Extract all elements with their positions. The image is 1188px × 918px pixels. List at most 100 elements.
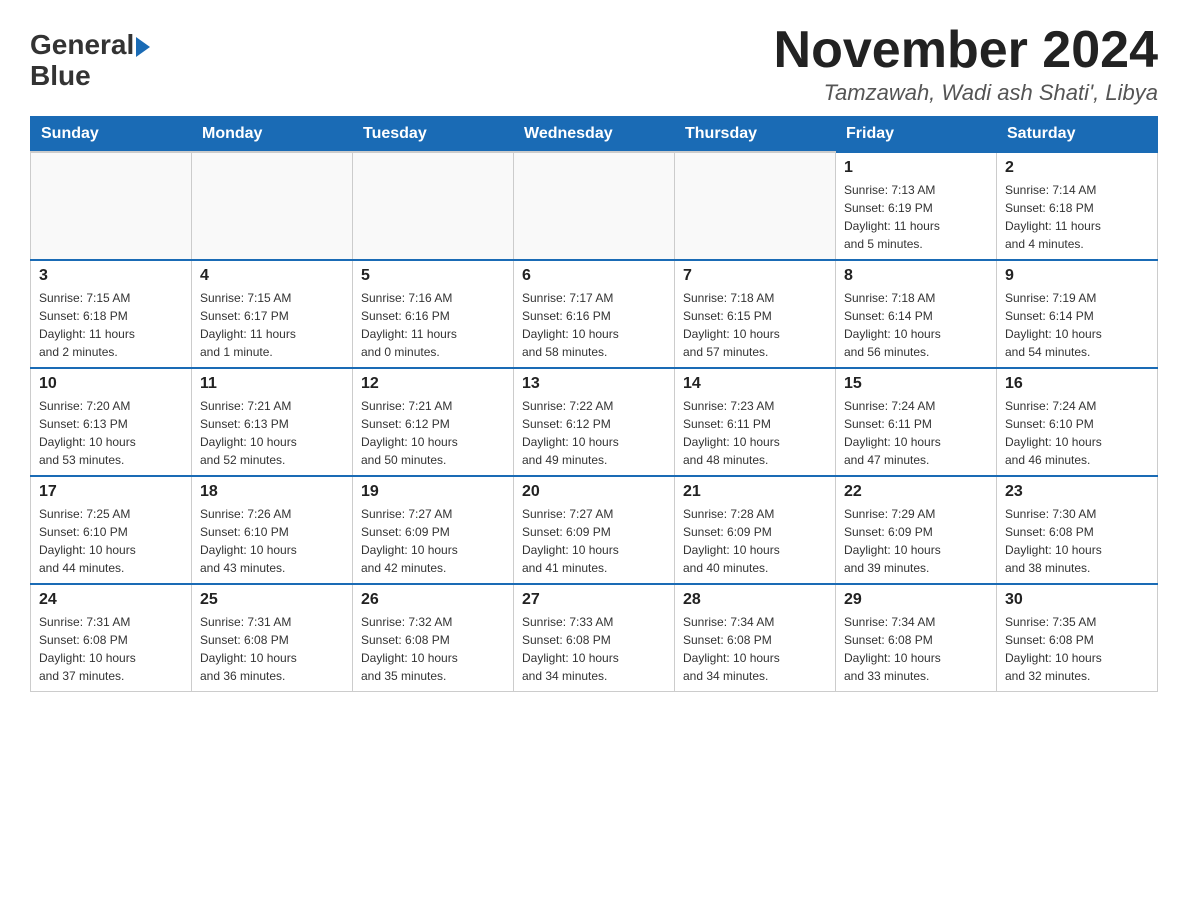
- weekday-header-saturday: Saturday: [997, 117, 1158, 153]
- calendar-cell: 11 Sunrise: 7:21 AM Sunset: 6:13 PM Dayli…: [192, 368, 353, 476]
- day-info: Sunrise: 7:27 AM Sunset: 6:09 PM Dayligh…: [361, 505, 505, 577]
- day-info: Sunrise: 7:32 AM Sunset: 6:08 PM Dayligh…: [361, 613, 505, 685]
- calendar-cell: [31, 152, 192, 260]
- day-info: Sunrise: 7:24 AM Sunset: 6:10 PM Dayligh…: [1005, 397, 1149, 469]
- day-info: Sunrise: 7:19 AM Sunset: 6:14 PM Dayligh…: [1005, 289, 1149, 361]
- calendar-cell: 18Sunrise: 7:26 AM Sunset: 6:10 PM Dayli…: [192, 476, 353, 584]
- day-info: Sunrise: 7:20 AM Sunset: 6:13 PM Dayligh…: [39, 397, 183, 469]
- day-number: 28: [683, 591, 827, 609]
- day-number: 14: [683, 375, 827, 393]
- day-number: 21: [683, 483, 827, 501]
- day-info: Sunrise: 7:24 AM Sunset: 6:11 PM Dayligh…: [844, 397, 988, 469]
- day-number: 17: [39, 483, 183, 501]
- calendar-cell: 16Sunrise: 7:24 AM Sunset: 6:10 PM Dayli…: [997, 368, 1158, 476]
- day-info: Sunrise: 7:18 AM Sunset: 6:14 PM Dayligh…: [844, 289, 988, 361]
- location-subtitle: Tamzawah, Wadi ash Shati', Libya: [774, 80, 1158, 106]
- day-info: Sunrise: 7:21 AM Sunset: 6:13 PM Dayligh…: [200, 397, 344, 469]
- day-number: 9: [1005, 267, 1149, 285]
- day-number: 7: [683, 267, 827, 285]
- calendar-cell: 13 Sunrise: 7:22 AM Sunset: 6:12 PM Dayli…: [514, 368, 675, 476]
- day-info: Sunrise: 7:15 AM Sunset: 6:17 PM Dayligh…: [200, 289, 344, 361]
- weekday-header-monday: Monday: [192, 117, 353, 153]
- week-row-4: 17 Sunrise: 7:25 AM Sunset: 6:10 PM Dayli…: [31, 476, 1158, 584]
- day-number: 23: [1005, 483, 1149, 501]
- weekday-header-sunday: Sunday: [31, 117, 192, 153]
- calendar-cell: 5 Sunrise: 7:16 AM Sunset: 6:16 PM Daylig…: [353, 260, 514, 368]
- day-number: 15: [844, 375, 988, 393]
- day-number: 1: [844, 159, 988, 177]
- calendar-cell: 17 Sunrise: 7:25 AM Sunset: 6:10 PM Dayli…: [31, 476, 192, 584]
- day-number: 8: [844, 267, 988, 285]
- day-number: 4: [200, 267, 344, 285]
- day-info: Sunrise: 7:17 AM Sunset: 6:16 PM Dayligh…: [522, 289, 666, 361]
- day-number: 29: [844, 591, 988, 609]
- calendar-cell: 6 Sunrise: 7:17 AM Sunset: 6:16 PM Daylig…: [514, 260, 675, 368]
- calendar-cell: 29 Sunrise: 7:34 AM Sunset: 6:08 PM Dayli…: [836, 584, 997, 692]
- day-number: 6: [522, 267, 666, 285]
- day-number: 2: [1005, 159, 1149, 177]
- day-info: Sunrise: 7:28 AM Sunset: 6:09 PM Dayligh…: [683, 505, 827, 577]
- day-info: Sunrise: 7:29 AM Sunset: 6:09 PM Dayligh…: [844, 505, 988, 577]
- week-row-2: 3Sunrise: 7:15 AM Sunset: 6:18 PM Daylig…: [31, 260, 1158, 368]
- day-number: 10: [39, 375, 183, 393]
- calendar-cell: 30 Sunrise: 7:35 AM Sunset: 6:08 PM Dayli…: [997, 584, 1158, 692]
- logo-general: General: [30, 30, 134, 61]
- day-info: Sunrise: 7:21 AM Sunset: 6:12 PM Dayligh…: [361, 397, 505, 469]
- day-number: 20: [522, 483, 666, 501]
- week-row-5: 24Sunrise: 7:31 AM Sunset: 6:08 PM Dayli…: [31, 584, 1158, 692]
- calendar-cell: 27 Sunrise: 7:33 AM Sunset: 6:08 PM Dayli…: [514, 584, 675, 692]
- weekday-header-friday: Friday: [836, 117, 997, 153]
- day-number: 30: [1005, 591, 1149, 609]
- day-number: 19: [361, 483, 505, 501]
- day-info: Sunrise: 7:27 AM Sunset: 6:09 PM Dayligh…: [522, 505, 666, 577]
- weekday-header-row: SundayMondayTuesdayWednesdayThursdayFrid…: [31, 117, 1158, 153]
- day-info: Sunrise: 7:25 AM Sunset: 6:10 PM Dayligh…: [39, 505, 183, 577]
- day-info: Sunrise: 7:18 AM Sunset: 6:15 PM Dayligh…: [683, 289, 827, 361]
- calendar-cell: 4 Sunrise: 7:15 AM Sunset: 6:17 PM Daylig…: [192, 260, 353, 368]
- calendar-cell: [353, 152, 514, 260]
- calendar-cell: [675, 152, 836, 260]
- logo-arrow-icon: [136, 37, 150, 57]
- calendar-cell: 24Sunrise: 7:31 AM Sunset: 6:08 PM Dayli…: [31, 584, 192, 692]
- day-info: Sunrise: 7:33 AM Sunset: 6:08 PM Dayligh…: [522, 613, 666, 685]
- title-block: November 2024 Tamzawah, Wadi ash Shati',…: [774, 20, 1158, 106]
- day-number: 25: [200, 591, 344, 609]
- weekday-header-wednesday: Wednesday: [514, 117, 675, 153]
- calendar-cell: 3Sunrise: 7:15 AM Sunset: 6:18 PM Daylig…: [31, 260, 192, 368]
- calendar-cell: 20 Sunrise: 7:27 AM Sunset: 6:09 PM Dayli…: [514, 476, 675, 584]
- day-number: 22: [844, 483, 988, 501]
- calendar-cell: 26 Sunrise: 7:32 AM Sunset: 6:08 PM Dayli…: [353, 584, 514, 692]
- day-info: Sunrise: 7:35 AM Sunset: 6:08 PM Dayligh…: [1005, 613, 1149, 685]
- calendar-cell: [514, 152, 675, 260]
- day-info: Sunrise: 7:30 AM Sunset: 6:08 PM Dayligh…: [1005, 505, 1149, 577]
- day-number: 26: [361, 591, 505, 609]
- day-number: 12: [361, 375, 505, 393]
- calendar-cell: 1 Sunrise: 7:13 AM Sunset: 6:19 PM Daylig…: [836, 152, 997, 260]
- page-header: General Blue November 2024 Tamzawah, Wad…: [30, 20, 1158, 106]
- calendar-cell: 25 Sunrise: 7:31 AM Sunset: 6:08 PM Dayli…: [192, 584, 353, 692]
- day-info: Sunrise: 7:31 AM Sunset: 6:08 PM Dayligh…: [39, 613, 183, 685]
- calendar-cell: 21 Sunrise: 7:28 AM Sunset: 6:09 PM Dayli…: [675, 476, 836, 584]
- day-info: Sunrise: 7:34 AM Sunset: 6:08 PM Dayligh…: [683, 613, 827, 685]
- calendar-cell: 8 Sunrise: 7:18 AM Sunset: 6:14 PM Daylig…: [836, 260, 997, 368]
- day-info: Sunrise: 7:31 AM Sunset: 6:08 PM Dayligh…: [200, 613, 344, 685]
- month-title: November 2024: [774, 20, 1158, 80]
- day-number: 27: [522, 591, 666, 609]
- day-number: 11: [200, 375, 344, 393]
- weekday-header-tuesday: Tuesday: [353, 117, 514, 153]
- logo-blue: Blue: [30, 60, 91, 91]
- calendar-cell: 9 Sunrise: 7:19 AM Sunset: 6:14 PM Daylig…: [997, 260, 1158, 368]
- day-number: 13: [522, 375, 666, 393]
- logo: General Blue: [30, 30, 150, 92]
- calendar-cell: 28 Sunrise: 7:34 AM Sunset: 6:08 PM Dayli…: [675, 584, 836, 692]
- day-info: Sunrise: 7:13 AM Sunset: 6:19 PM Dayligh…: [844, 181, 988, 253]
- calendar-cell: 10 Sunrise: 7:20 AM Sunset: 6:13 PM Dayli…: [31, 368, 192, 476]
- calendar-cell: 22 Sunrise: 7:29 AM Sunset: 6:09 PM Dayli…: [836, 476, 997, 584]
- day-info: Sunrise: 7:34 AM Sunset: 6:08 PM Dayligh…: [844, 613, 988, 685]
- weekday-header-thursday: Thursday: [675, 117, 836, 153]
- day-number: 5: [361, 267, 505, 285]
- day-info: Sunrise: 7:22 AM Sunset: 6:12 PM Dayligh…: [522, 397, 666, 469]
- calendar-cell: 2Sunrise: 7:14 AM Sunset: 6:18 PM Daylig…: [997, 152, 1158, 260]
- calendar-cell: [192, 152, 353, 260]
- day-info: Sunrise: 7:16 AM Sunset: 6:16 PM Dayligh…: [361, 289, 505, 361]
